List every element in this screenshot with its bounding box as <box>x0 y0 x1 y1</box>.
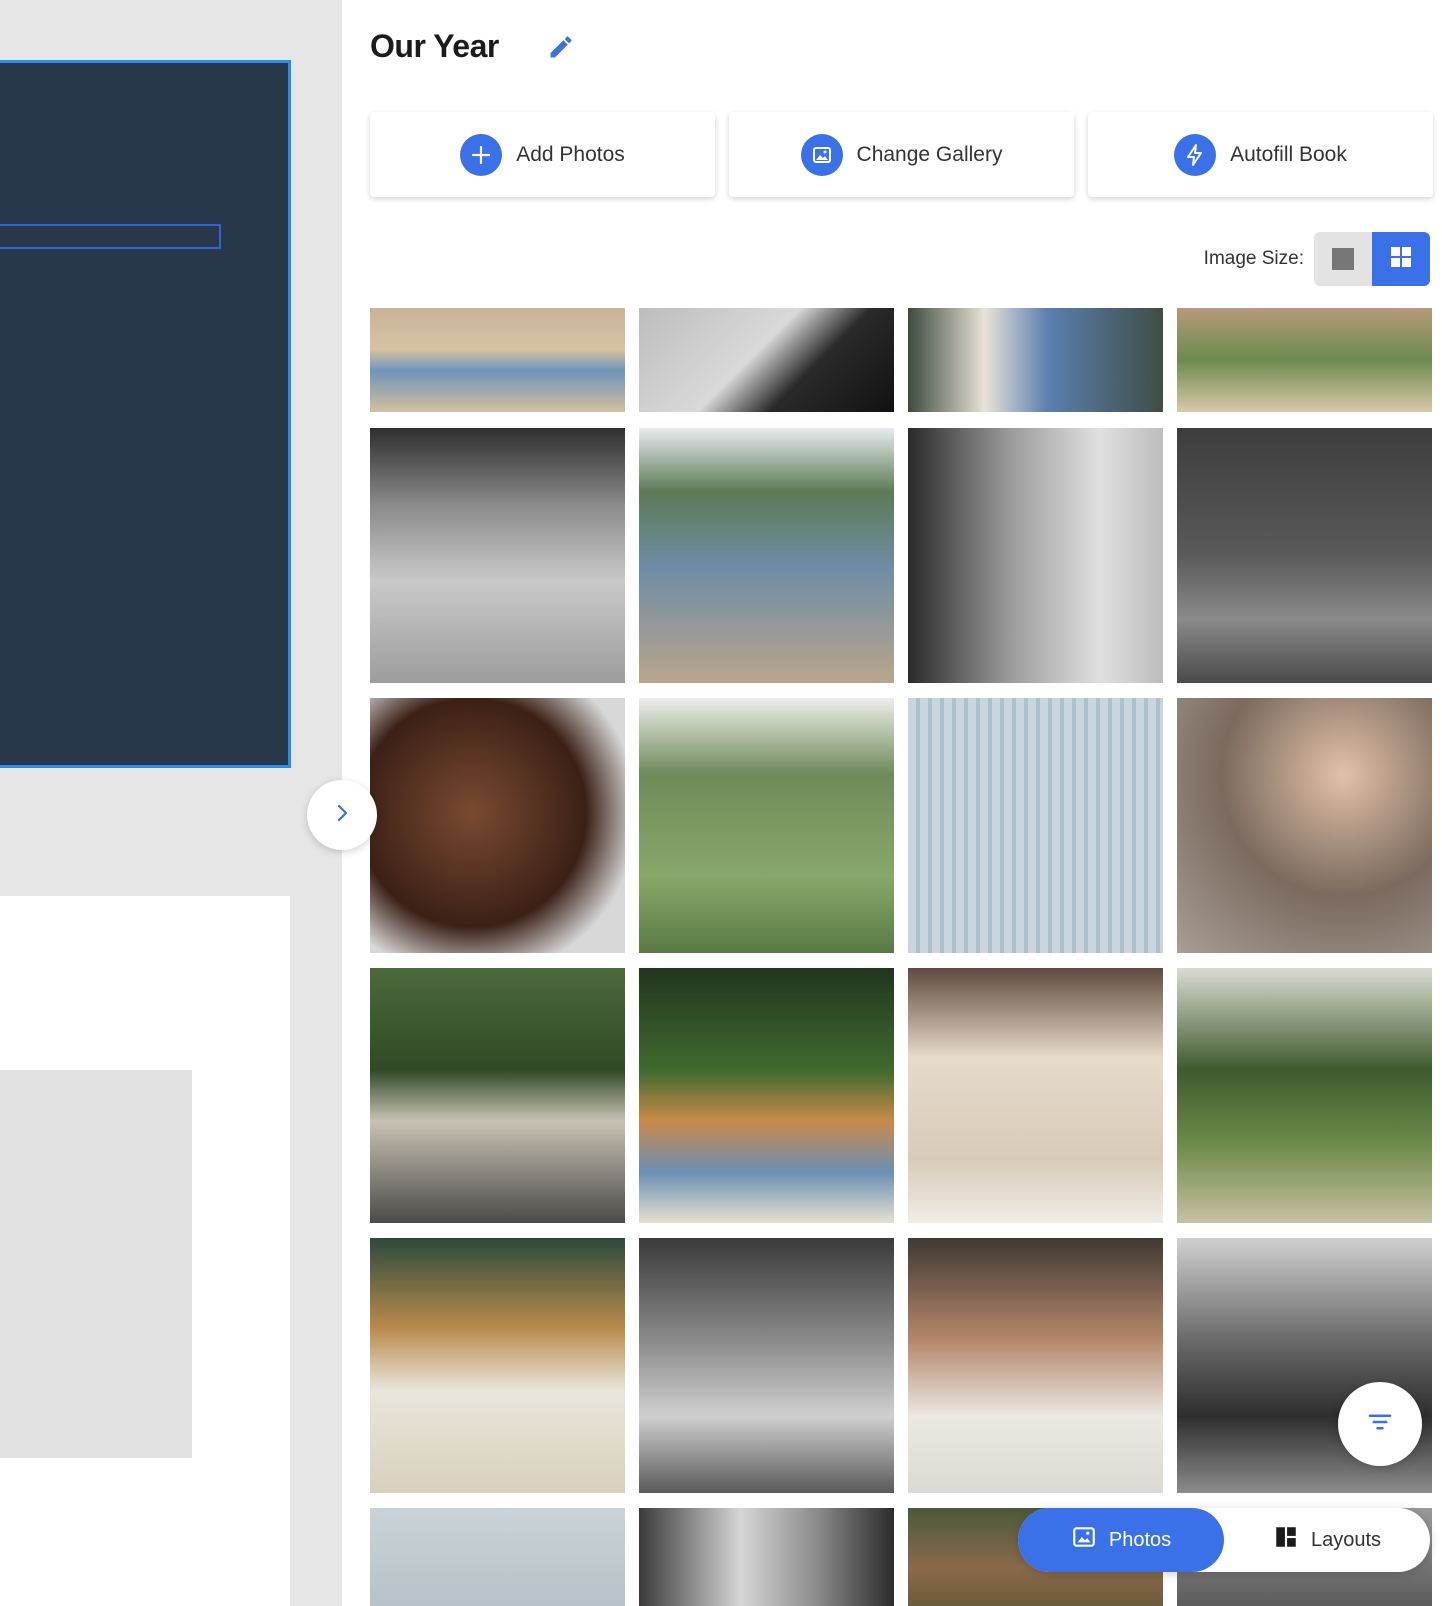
square-icon <box>1332 248 1354 270</box>
photo-thumbnail[interactable] <box>908 428 1163 683</box>
text-frame[interactable] <box>0 224 221 249</box>
title-row: Our Year <box>370 28 577 65</box>
photo-thumbnail[interactable] <box>908 1238 1163 1493</box>
photo-thumbnail[interactable] <box>1177 308 1432 412</box>
photo-thumbnail[interactable] <box>370 428 625 683</box>
photo-thumbnail[interactable] <box>370 1238 625 1493</box>
photo-thumbnail[interactable] <box>639 428 894 683</box>
image-icon <box>1071 1524 1097 1556</box>
photo-thumbnail[interactable] <box>370 308 625 412</box>
filter-button[interactable] <box>1338 1382 1422 1466</box>
photo-thumbnail[interactable] <box>908 968 1163 1223</box>
page-title: Our Year <box>370 28 499 64</box>
autofill-book-button[interactable]: Autofill Book <box>1088 112 1433 197</box>
photo-thumbnail[interactable] <box>639 698 894 953</box>
lightning-icon <box>1174 133 1217 176</box>
image-size-label: Image Size: <box>1203 248 1304 269</box>
image-size-control: Image Size: <box>1204 232 1430 286</box>
chevron-right-icon <box>330 801 354 830</box>
photo-thumbnail[interactable] <box>639 1238 894 1493</box>
book-page[interactable] <box>0 896 290 1606</box>
tab-layouts[interactable]: Layouts <box>1224 1508 1430 1572</box>
photo-thumbnail[interactable] <box>908 308 1163 412</box>
layout-icon <box>1273 1524 1299 1556</box>
plus-icon <box>460 133 503 176</box>
photo-panel: Our Year Add Photos Change Gallery Autof… <box>342 0 1442 1606</box>
photo-thumbnail[interactable] <box>370 1508 625 1606</box>
photo-thumbnail[interactable] <box>908 698 1163 953</box>
photo-thumbnail[interactable] <box>639 308 894 412</box>
add-photos-button[interactable]: Add Photos <box>370 112 715 197</box>
tab-photos[interactable]: Photos <box>1018 1508 1224 1572</box>
image-size-toggle <box>1314 232 1430 286</box>
selected-page[interactable] <box>0 60 291 768</box>
photo-thumbnail[interactable] <box>1177 698 1432 953</box>
grid-thumbnail-option[interactable] <box>1372 232 1430 286</box>
action-buttons: Add Photos Change Gallery Autofill Book <box>370 112 1433 197</box>
panel-tabs: Photos Layouts <box>1018 1508 1430 1572</box>
add-photos-label: Add Photos <box>516 142 625 166</box>
gallery-icon <box>800 133 843 176</box>
edit-icon[interactable] <box>545 31 577 63</box>
book-canvas <box>0 0 342 1606</box>
photo-thumbnail[interactable] <box>1177 428 1432 683</box>
collapse-panel-button[interactable] <box>307 780 377 850</box>
photo-thumbnail[interactable] <box>370 698 625 953</box>
tab-layouts-label: Layouts <box>1310 1528 1382 1551</box>
photo-placeholder[interactable] <box>0 1070 192 1458</box>
large-thumbnail-option[interactable] <box>1314 232 1372 286</box>
grid-icon <box>1389 245 1413 274</box>
photo-thumbnail[interactable] <box>1177 968 1432 1223</box>
photo-thumbnail[interactable] <box>370 968 625 1223</box>
photo-thumbnail[interactable] <box>639 968 894 1223</box>
tab-photos-label: Photos <box>1108 1528 1172 1551</box>
change-gallery-label: Change Gallery <box>856 142 1003 166</box>
change-gallery-button[interactable]: Change Gallery <box>729 112 1074 197</box>
filter-icon <box>1365 1407 1395 1442</box>
autofill-book-label: Autofill Book <box>1230 142 1347 166</box>
photo-thumbnail[interactable] <box>639 1508 894 1606</box>
